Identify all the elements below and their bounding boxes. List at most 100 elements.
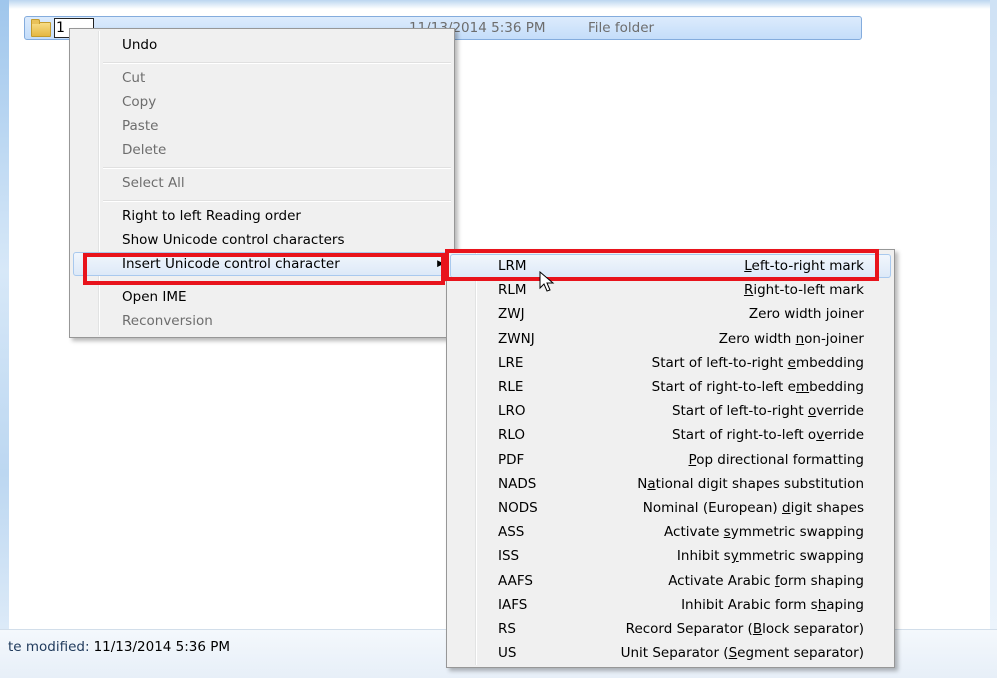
description-text: aping (826, 596, 864, 613)
submenu-item-description: Start of left-to-right embedding (652, 351, 864, 375)
accelerator-key: m (795, 379, 810, 395)
description-text: Nominal (European) (642, 500, 782, 516)
submenu-item-code: ASS (498, 524, 525, 541)
description-text: Record Separator ( (625, 621, 753, 637)
description-text: op directional formatting (696, 451, 864, 468)
submenu-item-lre[interactable]: LRE Start of left-to-right embedding (450, 351, 891, 375)
submenu-item-description: Record Separator (Block separator) (626, 617, 864, 641)
submenu-item-code: NODS (498, 500, 538, 516)
menu-item-paste[interactable]: Paste (73, 114, 451, 138)
submenu-item-code: NADS (498, 475, 537, 492)
description-text: on-joiner (804, 330, 864, 347)
window-frame-left (0, 0, 9, 677)
accelerator-key: e (787, 354, 796, 371)
submenu-item-code: LRE (498, 354, 524, 371)
menu-item-delete[interactable]: Delete (73, 138, 451, 162)
accelerator-key: S (728, 645, 738, 662)
description-text: lock separator) (762, 621, 864, 637)
accelerator-key: h (817, 596, 827, 613)
submenu-item-description: Start of right-to-left override (672, 423, 864, 447)
submenu-item-code: PDF (498, 451, 525, 468)
description-text: Start of left-to-right (671, 403, 808, 420)
window-frame-right (990, 0, 997, 677)
menu-item-rtl-reading-order[interactable]: Right to left Reading order (73, 204, 451, 228)
description-text: ymmetric swapping (730, 524, 864, 541)
description-text: Start of right-to-left o (671, 427, 817, 444)
description-text: Start of left-to-right (651, 354, 788, 371)
description-text: verride (816, 403, 864, 420)
submenu-item-ass[interactable]: ASS Activate symmetric swapping (450, 520, 891, 544)
menu-separator (103, 200, 451, 202)
description-text: Start of right-to-left e (651, 379, 796, 395)
description-text: Inhibit Arabic form s (681, 596, 818, 613)
description-text: egment separator) (737, 645, 864, 662)
submenu-item-description: National digit shapes substitution (637, 472, 864, 496)
submenu-item-description: Activate symmetric swapping (664, 520, 864, 544)
accelerator-key: n (795, 330, 805, 347)
submenu-item-description: Inhibit Arabic form shaping (681, 593, 864, 617)
description-text: Zero width (748, 306, 826, 323)
description-text: mmetric swapping (738, 548, 864, 565)
submenu-item-nads[interactable]: NADS National digit shapes substitution (450, 472, 891, 496)
description-text: Inhibit s (676, 548, 731, 565)
submenu-item-rlo[interactable]: RLO Start of right-to-left override (450, 423, 891, 447)
submenu-item-code: ISS (498, 548, 520, 565)
submenu-item-iafs[interactable]: IAFS Inhibit Arabic form shaping (450, 593, 891, 617)
submenu-item-description: Activate Arabic form shaping (668, 569, 864, 593)
submenu-item-code: ZWNJ (498, 330, 535, 347)
edit-context-menu: Undo Cut Copy Paste Delete Select All Ri… (69, 28, 455, 338)
description-text: N (637, 475, 648, 492)
submenu-item-iss[interactable]: ISS Inhibit symmetric swapping (450, 544, 891, 568)
submenu-item-zwnj[interactable]: ZWNJ Zero width non-joiner (450, 327, 891, 351)
submenu-item-aafs[interactable]: AAFS Activate Arabic form shaping (450, 569, 891, 593)
menu-item-cut[interactable]: Cut (73, 66, 451, 90)
description-text: tional digit shapes substitution (655, 475, 864, 492)
submenu-item-pdf[interactable]: PDF Pop directional formatting (450, 448, 891, 472)
menu-item-reconversion[interactable]: Reconversion (73, 309, 451, 333)
date-modified-value: 11/13/2014 5:36 PM (93, 639, 231, 655)
submenu-item-description: Pop directional formatting (689, 448, 864, 472)
description-text: Zero width (718, 330, 796, 347)
submenu-item-rle[interactable]: RLE Start of right-to-left embedding (450, 375, 891, 399)
accelerator-key: d (781, 500, 791, 516)
date-modified-detail: te modified: 11/13/2014 5:36 PM (8, 639, 230, 655)
file-type: File folder (588, 20, 655, 36)
submenu-item-us[interactable]: US Unit Separator (Segment separator) (450, 641, 891, 665)
submenu-item-description: Zero width non-joiner (719, 327, 864, 351)
submenu-item-nods[interactable]: NODS Nominal (European) digit shapes (450, 496, 891, 520)
submenu-item-code: LRO (498, 403, 526, 420)
menu-item-select-all[interactable]: Select All (73, 171, 451, 195)
unicode-control-submenu: LRM Left-to-right mark RLM Right-to-left ma… (446, 249, 895, 668)
accelerator-key: R (743, 282, 754, 299)
submenu-item-description: Right-to-left mark (744, 278, 864, 302)
submenu-item-description: Start of right-to-left embedding (652, 375, 864, 399)
accelerator-key: s (723, 524, 731, 541)
submenu-item-code: RLE (498, 379, 524, 395)
menu-item-show-unicode-control[interactable]: Show Unicode control characters (73, 228, 451, 252)
description-text: igit shapes (790, 500, 864, 516)
submenu-item-code: RS (498, 621, 516, 637)
submenu-item-rs[interactable]: RS Record Separator (Block separator) (450, 617, 891, 641)
window-frame-top (0, 0, 997, 9)
submenu-item-description: Inhibit symmetric swapping (677, 544, 864, 568)
submenu-item-lro[interactable]: LRO Start of left-to-right override (450, 399, 891, 423)
submenu-item-description: Nominal (European) digit shapes (643, 496, 864, 520)
accelerator-key: B (752, 621, 763, 637)
mouse-pointer-icon (539, 271, 555, 292)
submenu-item-rlm[interactable]: RLM Right-to-left mark (450, 278, 891, 302)
accelerator-key: v (816, 427, 825, 444)
description-text: Activate Arabic (668, 572, 775, 589)
menu-item-open-ime[interactable]: Open IME (73, 285, 451, 309)
menu-item-copy[interactable]: Copy (73, 90, 451, 114)
description-text: mbedding (795, 354, 864, 371)
description-text: orm shaping (779, 572, 864, 589)
submenu-item-code: RLO (498, 427, 526, 444)
submenu-item-description: Start of left-to-right override (672, 399, 864, 423)
folder-icon (31, 19, 51, 37)
submenu-item-description: Zero width joiner (749, 302, 864, 326)
menu-item-undo[interactable]: Undo (73, 33, 451, 57)
submenu-item-code: US (498, 645, 517, 662)
submenu-item-zwj[interactable]: ZWJ Zero width joiner (450, 302, 891, 326)
submenu-item-code: AAFS (498, 572, 533, 589)
description-text: oiner (829, 306, 864, 323)
